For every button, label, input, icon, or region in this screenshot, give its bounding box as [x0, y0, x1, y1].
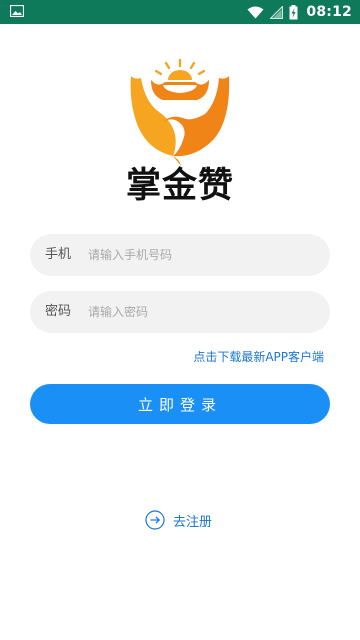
- register-link[interactable]: 去注册: [145, 509, 212, 531]
- phone-input[interactable]: [88, 234, 318, 276]
- phone-field[interactable]: 手机: [30, 234, 330, 276]
- password-input[interactable]: [88, 291, 318, 333]
- login-button[interactable]: 立即登录: [30, 384, 330, 424]
- brand-logo-icon: [130, 58, 230, 166]
- password-field[interactable]: 密码: [30, 291, 330, 333]
- download-app-link[interactable]: 点击下载最新APP客户端: [193, 348, 324, 365]
- password-label: 密码: [45, 304, 72, 319]
- wifi-icon: [247, 6, 264, 18]
- arrow-right-circle-icon: [145, 510, 165, 530]
- status-bar: 08:12: [0, 0, 360, 24]
- signal-icon: [270, 5, 284, 19]
- brand-name: 掌金赞: [125, 166, 234, 206]
- phone-label: 手机: [45, 247, 72, 262]
- status-time: 08:12: [306, 4, 352, 20]
- status-icons: 08:12: [241, 0, 352, 24]
- image-notification-icon: [10, 5, 24, 17]
- battery-icon: [289, 4, 298, 19]
- register-label: 去注册: [173, 514, 213, 530]
